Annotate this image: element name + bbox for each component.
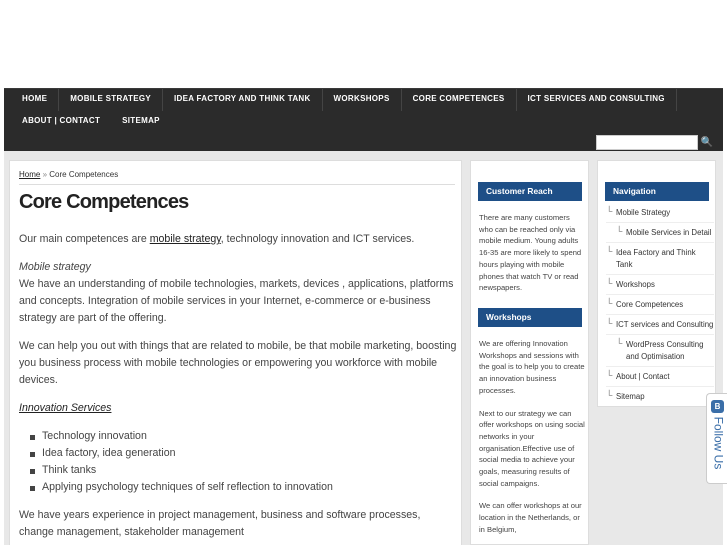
nav-widget-item[interactable]: └ Idea Factory and Think Tank — [606, 246, 714, 275]
mobile-strategy-heading: Mobile strategy — [19, 261, 91, 273]
nav-widget-label: Mobile Services in Detail — [626, 228, 712, 237]
customer-reach-title: Customer Reach — [478, 182, 582, 201]
middle-sidebar: Customer Reach There are many customers … — [470, 160, 589, 545]
nav-widget-subitem[interactable]: └ WordPress Consulting and Optimisation — [606, 338, 714, 367]
tree-branch-icon: └ — [606, 206, 613, 216]
breadcrumb: Home » Core Competences — [19, 170, 118, 179]
main-content: Home » Core Competences Core Competences… — [9, 160, 462, 545]
nav-widget-label: Sitemap — [616, 392, 645, 401]
help-paragraph: We can help you out with things that are… — [19, 340, 457, 386]
article-body: Our main competences are mobile strategy… — [19, 231, 457, 552]
breadcrumb-home-link[interactable]: Home — [19, 170, 40, 179]
intro-text-end: , technology innovation and ICT services… — [220, 233, 415, 245]
workshops-title: Workshops — [478, 308, 582, 327]
tree-branch-icon: └ — [606, 318, 613, 328]
workshops-paragraph: We can offer workshops at our location i… — [479, 501, 582, 534]
list-item: Technology innovation — [19, 428, 457, 445]
nav-idea-factory[interactable]: IDEA FACTORY AND THINK TANK — [163, 89, 323, 111]
list-item: Applying psychology techniques of self r… — [19, 479, 457, 496]
tree-branch-icon: └ — [606, 298, 613, 308]
intro-text: Our main competences are — [19, 233, 150, 245]
tree-branch-icon: └ — [606, 278, 613, 288]
follow-icon: B — [711, 400, 724, 413]
tree-branch-icon: └ — [616, 226, 623, 236]
nav-widget-label: ICT services and Consulting — [616, 320, 714, 329]
breadcrumb-current: Core Competences — [49, 170, 119, 179]
main-navbar: HOME MOBILE STRATEGY IDEA FACTORY AND TH… — [4, 88, 723, 151]
navigation-list: └ Mobile Strategy └ Mobile Services in Det… — [606, 206, 714, 410]
nav-widget-item[interactable]: └ Sitemap — [606, 390, 714, 406]
list-item: Idea factory, idea generation — [19, 445, 457, 462]
intro-paragraph: Our main competences are mobile strategy… — [19, 231, 457, 248]
innovation-services-link[interactable]: Innovation Services — [19, 402, 111, 414]
experience-paragraph: We have years experience in project mana… — [19, 509, 421, 538]
nav-widget-subitem[interactable]: └ Mobile Services in Detail — [606, 226, 714, 243]
nav-mobile-strategy[interactable]: MOBILE STRATEGY — [59, 89, 163, 111]
workshops-paragraph: Next to our strategy we can offer worksh… — [479, 408, 585, 488]
nav-widget-item[interactable]: └ Core Competences — [606, 298, 714, 315]
page-title: Core Competences — [19, 191, 189, 213]
nav-widget-label: About | Contact — [616, 372, 670, 381]
nav-widget-item[interactable]: └ Mobile Strategy — [606, 206, 714, 223]
navigation-title: Navigation — [605, 182, 709, 201]
nav-widget-label: WordPress Consulting and Optimisation — [626, 340, 704, 361]
innovation-heading-wrap: Innovation Services — [19, 400, 457, 417]
mobile-strategy-link[interactable]: mobile strategy — [150, 233, 221, 245]
nav-ict-services[interactable]: ICT SERVICES AND CONSULTING — [517, 89, 677, 111]
nav-widget-item[interactable]: └ Workshops — [606, 278, 714, 295]
tree-branch-icon: └ — [606, 246, 613, 256]
tree-branch-icon: └ — [616, 338, 623, 348]
nav-home[interactable]: HOME — [14, 89, 60, 111]
breadcrumb-separator: » — [42, 170, 48, 179]
nav-workshops[interactable]: WORKSHOPS — [323, 89, 402, 111]
workshops-text: We are offering Innovation Workshops and… — [479, 338, 585, 547]
customer-reach-text: There are many customers who can be reac… — [479, 213, 582, 293]
nav-widget-label: Mobile Strategy — [616, 208, 671, 217]
mobile-strategy-text: We have an understanding of mobile techn… — [19, 278, 454, 324]
nav-widget-item[interactable]: └ About | Contact — [606, 370, 714, 387]
tree-branch-icon: └ — [606, 390, 613, 400]
tree-branch-icon: └ — [606, 370, 613, 380]
follow-us-label: Follow Us — [711, 416, 726, 470]
navbar-row-2: ABOUT | CONTACT SITEMAP — [14, 111, 171, 133]
follow-us-tab[interactable]: B Follow Us — [706, 393, 727, 484]
search-input[interactable] — [596, 135, 698, 150]
mobile-strategy-section: Mobile strategy We have an understanding … — [19, 259, 457, 327]
workshops-paragraph: We are offering Innovation Workshops and… — [479, 339, 585, 395]
right-sidebar: Navigation └ Mobile Strategy └ Mobile Serv… — [597, 160, 716, 407]
nav-about-contact[interactable]: ABOUT | CONTACT — [14, 111, 111, 133]
nav-sitemap[interactable]: SITEMAP — [111, 111, 171, 133]
list-item: Think tanks — [19, 462, 457, 479]
search-icon[interactable]: 🔍 — [698, 135, 716, 150]
innovation-list: Technology innovation Idea factory, idea… — [19, 428, 457, 496]
nav-widget-label: Workshops — [616, 280, 655, 289]
breadcrumb-divider — [19, 184, 455, 185]
nav-widget-label: Idea Factory and Think Tank — [616, 248, 696, 269]
nav-widget-item[interactable]: └ ICT services and Consulting — [606, 318, 714, 335]
nav-core-competences[interactable]: CORE COMPETENCES — [402, 89, 517, 111]
navbar-row-1: HOME MOBILE STRATEGY IDEA FACTORY AND TH… — [14, 89, 677, 111]
nav-widget-label: Core Competences — [616, 300, 684, 309]
